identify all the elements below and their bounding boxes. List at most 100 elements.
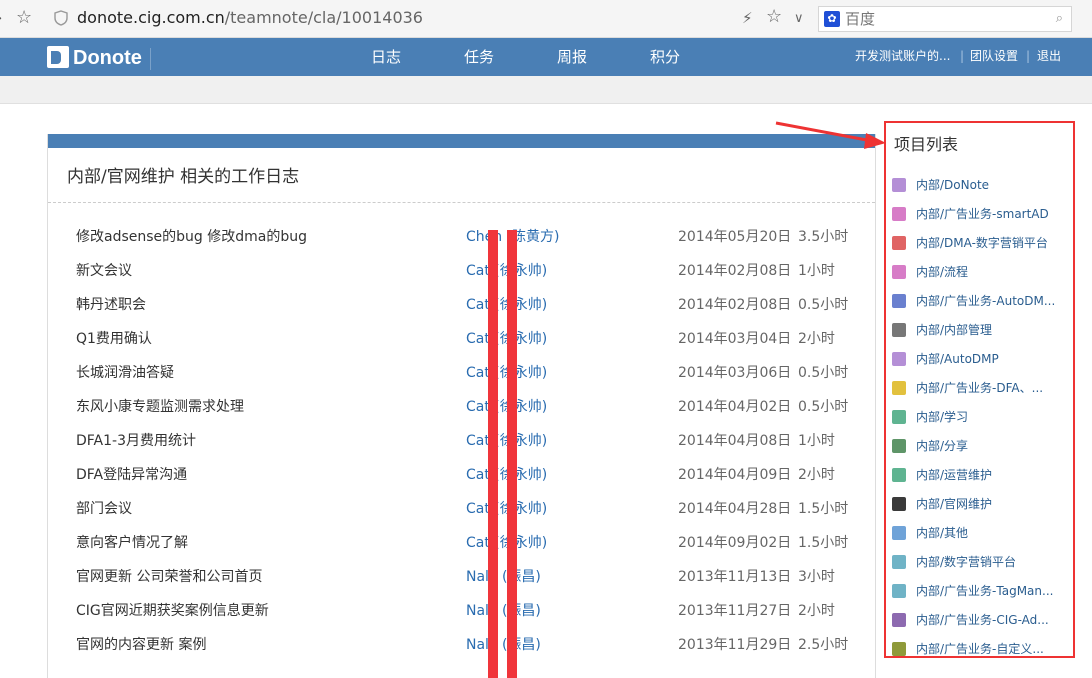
project-label[interactable]: 内部/数字营销平台 — [916, 554, 1016, 570]
project-item[interactable]: 内部/广告业务-AutoDM... — [892, 290, 1072, 312]
log-hours: 1.5小时 — [798, 535, 849, 551]
project-item[interactable]: 内部/其他 — [892, 522, 1072, 544]
redaction-bar — [507, 230, 517, 678]
log-date: 2014年04月09日 — [678, 467, 792, 483]
log-row: 新文会议 Cat (徐永帅) 2014年02月08日 1小时 — [48, 255, 875, 289]
log-hours: 1小时 — [798, 433, 835, 449]
search-input[interactable]: ✿ 百度 ⌕ — [818, 6, 1072, 32]
log-row: 东风小康专题监测需求处理 Cat (徐永帅) 2014年04月02日 0.5小时 — [48, 391, 875, 425]
project-label[interactable]: 内部/DMA-数字营销平台 — [916, 235, 1048, 251]
lightning-icon[interactable]: ⚡ — [742, 8, 753, 28]
project-label[interactable]: 内部/DoNote — [916, 177, 989, 193]
project-item[interactable]: 内部/数字营销平台 — [892, 551, 1072, 573]
project-item[interactable]: 内部/分享 — [892, 435, 1072, 457]
forward-icon[interactable]: › — [0, 8, 8, 28]
project-label[interactable]: 内部/AutoDMP — [916, 351, 999, 367]
log-row: DFA登陆异常沟通 Cat (徐永帅) 2014年04月09日 2小时 — [48, 459, 875, 493]
favorite-star-icon[interactable]: ☆ — [766, 6, 782, 28]
project-item[interactable]: 内部/内部管理 — [892, 319, 1072, 341]
bookmark-star-icon[interactable]: ☆ — [16, 7, 32, 29]
chevron-down-icon[interactable]: ∨ — [794, 9, 804, 29]
log-date: 2014年04月08日 — [678, 433, 792, 449]
log-task: Q1费用确认 — [76, 331, 152, 347]
log-date: 2014年02月08日 — [678, 297, 792, 313]
log-row: CIG官网近期获奖案例信息更新 Nala (振昌) 2013年11月27日 2小时 — [48, 595, 875, 629]
project-label[interactable]: 内部/广告业务-TagMan... — [916, 583, 1053, 599]
log-date: 2013年11月29日 — [678, 637, 792, 653]
project-item[interactable]: 内部/广告业务-CIG-Ad... — [892, 609, 1072, 631]
project-label[interactable]: 内部/广告业务-DFA、... — [916, 380, 1043, 396]
project-color-swatch — [892, 207, 906, 221]
log-task: 意向客户情况了解 — [76, 535, 188, 551]
project-color-swatch — [892, 178, 906, 192]
url-host: donote.cig.com.cn — [77, 8, 225, 27]
log-row: 官网更新 公司荣誉和公司首页 Nala (振昌) 2013年11月13日 3小时 — [48, 561, 875, 595]
url-path: /teamnote/cla/10014036 — [224, 8, 423, 27]
project-color-swatch — [892, 555, 906, 569]
log-task: 新文会议 — [76, 263, 132, 279]
project-item[interactable]: 内部/广告业务-smartAD — [892, 203, 1072, 225]
project-label[interactable]: 内部/学习 — [916, 409, 968, 425]
project-label[interactable]: 内部/流程 — [916, 264, 968, 280]
project-color-swatch — [892, 323, 906, 337]
project-item[interactable]: 内部/学习 — [892, 406, 1072, 428]
log-task: 东风小康专题监测需求处理 — [76, 399, 244, 415]
project-item[interactable]: 内部/广告业务-TagMan... — [892, 580, 1072, 602]
log-hours: 0.5小时 — [798, 399, 849, 415]
baidu-icon: ✿ — [824, 11, 840, 27]
project-label[interactable]: 内部/广告业务-自定义... — [916, 641, 1044, 656]
account-link[interactable]: 开发测试账户的... — [855, 48, 950, 64]
project-color-swatch — [892, 294, 906, 308]
logout-link[interactable]: 退出 — [1037, 48, 1061, 64]
project-label[interactable]: 内部/分享 — [916, 438, 968, 454]
project-item[interactable]: 内部/DMA-数字营销平台 — [892, 232, 1072, 254]
log-date: 2014年04月28日 — [678, 501, 792, 517]
nav-log[interactable]: 日志 — [371, 47, 401, 67]
log-hours: 3小时 — [798, 569, 835, 585]
divider — [48, 202, 875, 203]
nav-points[interactable]: 积分 — [650, 47, 680, 67]
log-date: 2014年03月04日 — [678, 331, 792, 347]
project-item[interactable]: 内部/广告业务-自定义... — [892, 638, 1072, 656]
log-hours: 2.5小时 — [798, 637, 849, 653]
log-owner-link[interactable]: Nala (振昌) — [466, 567, 541, 587]
project-item[interactable]: 内部/运营维护 — [892, 464, 1072, 486]
log-task: 部门会议 — [76, 501, 132, 517]
nav-weekly[interactable]: 周报 — [557, 47, 587, 67]
log-row: 官网的内容更新 案例 Nala (振昌) 2013年11月29日 2.5小时 — [48, 629, 875, 663]
project-item[interactable]: 内部/官网维护 — [892, 493, 1072, 515]
project-color-swatch — [892, 497, 906, 511]
project-item[interactable]: 内部/AutoDMP — [892, 348, 1072, 370]
log-task: 官网更新 公司荣誉和公司首页 — [76, 569, 263, 585]
project-label[interactable]: 内部/内部管理 — [916, 322, 992, 338]
project-label[interactable]: 内部/运营维护 — [916, 467, 992, 483]
log-owner-link[interactable]: Nala (振昌) — [466, 601, 541, 621]
project-label[interactable]: 内部/广告业务-AutoDM... — [916, 293, 1055, 309]
log-hours: 3.5小时 — [798, 229, 849, 245]
search-icon[interactable]: ⌕ — [1056, 10, 1063, 28]
header-divider — [150, 48, 151, 70]
log-owner-link[interactable]: Nala (振昌) — [466, 635, 541, 655]
project-color-swatch — [892, 468, 906, 482]
log-hours: 2小时 — [798, 467, 835, 483]
work-log-panel: 内部/官网维护 相关的工作日志 修改adsense的bug 修改dma的bug C… — [47, 134, 876, 678]
nav-task[interactable]: 任务 — [464, 47, 494, 67]
log-hours: 0.5小时 — [798, 297, 849, 313]
project-label[interactable]: 内部/官网维护 — [916, 496, 992, 512]
log-task: 长城润滑油答疑 — [76, 365, 174, 381]
team-settings-link[interactable]: 团队设置 — [970, 48, 1018, 64]
project-item[interactable]: 内部/DoNote — [892, 174, 1072, 196]
address-bar[interactable]: donote.cig.com.cn/teamnote/cla/10014036 — [77, 8, 423, 28]
project-item[interactable]: 内部/广告业务-DFA、... — [892, 377, 1072, 399]
project-color-swatch — [892, 410, 906, 424]
project-label[interactable]: 内部/广告业务-smartAD — [916, 206, 1049, 222]
log-row: 意向客户情况了解 Cat (徐永帅) 2014年09月02日 1.5小时 — [48, 527, 875, 561]
project-item[interactable]: 内部/流程 — [892, 261, 1072, 283]
project-label[interactable]: 内部/广告业务-CIG-Ad... — [916, 612, 1049, 628]
redaction-bar — [488, 230, 498, 678]
log-date: 2014年09月02日 — [678, 535, 792, 551]
log-date: 2014年05月20日 — [678, 229, 792, 245]
separator: | — [960, 49, 965, 63]
log-row: 长城润滑油答疑 Cat (徐永帅) 2014年03月06日 0.5小时 — [48, 357, 875, 391]
project-label[interactable]: 内部/其他 — [916, 525, 968, 541]
